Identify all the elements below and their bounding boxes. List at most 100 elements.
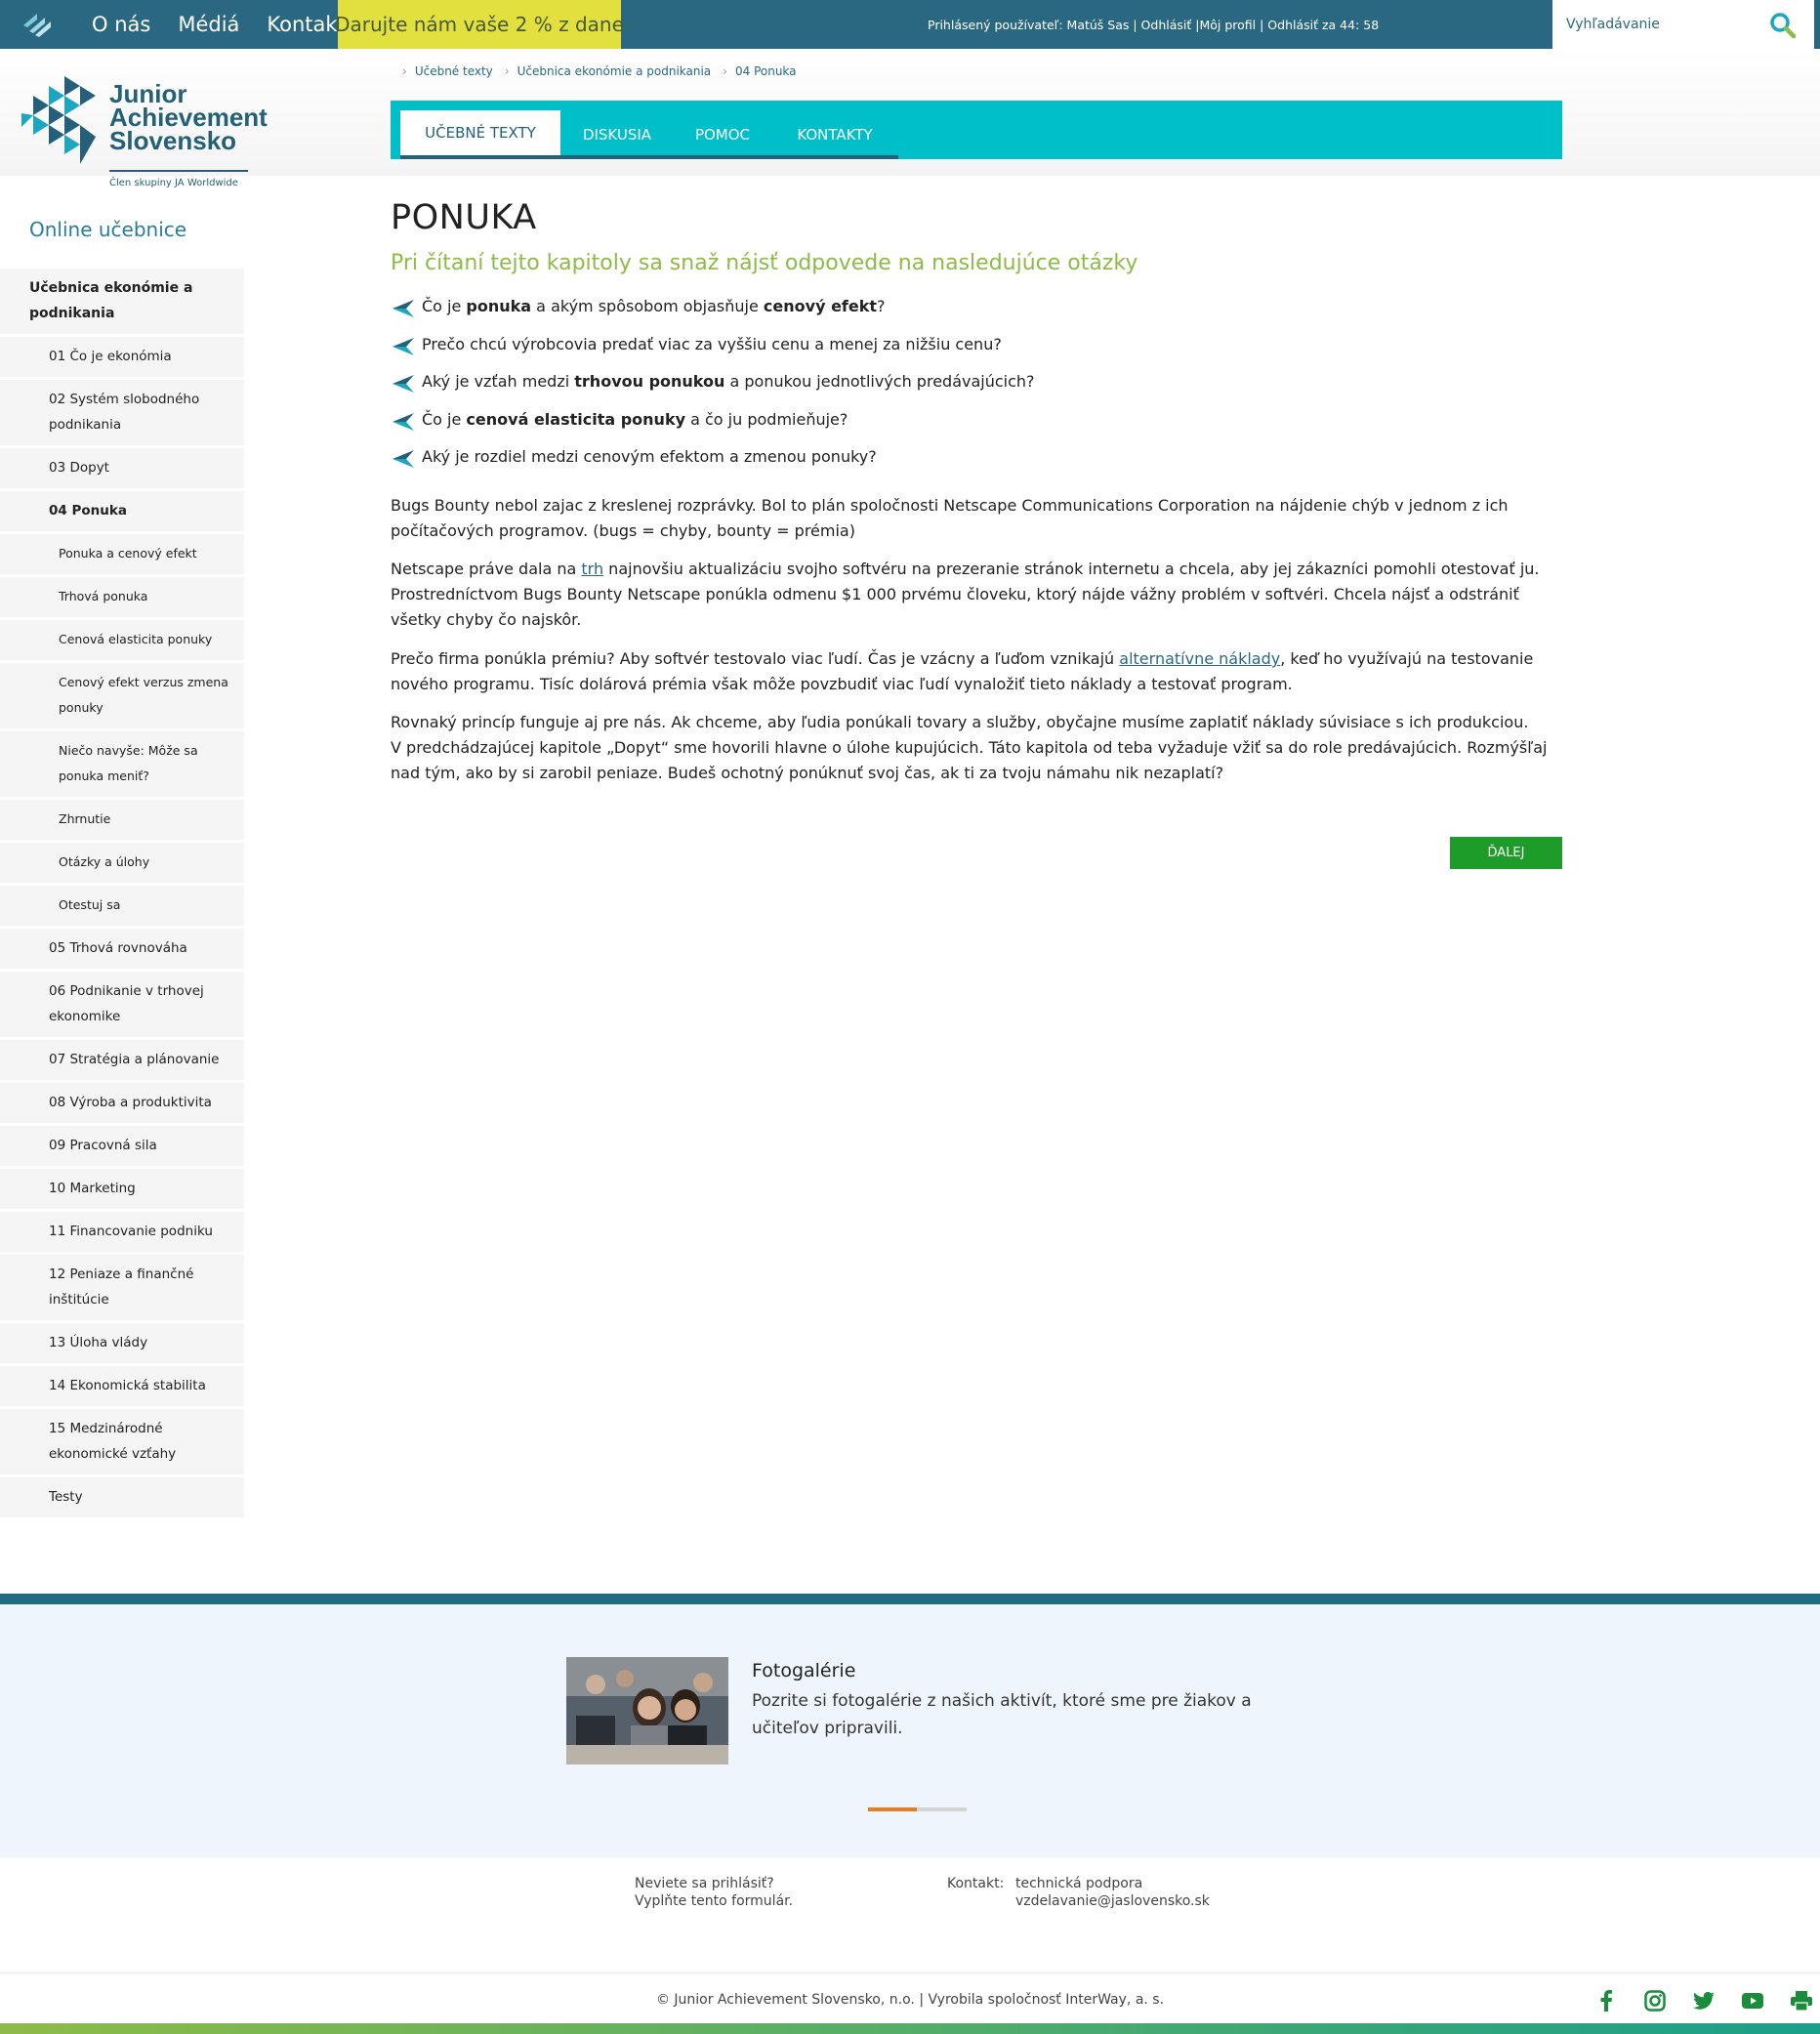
twitter-icon[interactable]	[1689, 1989, 1718, 2013]
sidebar-title[interactable]: Online učebnice	[0, 205, 244, 269]
sidebar-item[interactable]: 14 Ekonomická stabilita	[0, 1366, 244, 1409]
tab-texts[interactable]: UČEBNÉ TEXTY	[400, 110, 560, 159]
sidebar-item[interactable]: 05 Trhová rovnováha	[0, 929, 244, 972]
user-session-info[interactable]: Prihlásený používateľ: Matúš Sas | Odhlá…	[928, 0, 1379, 49]
photo-gallery-image[interactable]	[566, 1657, 728, 1764]
question-text: Čo je	[422, 297, 467, 315]
question-text: Čo je	[422, 409, 467, 429]
content-tabs: UČEBNÉ TEXTY DISKUSIA POMOC KONTAKTY	[391, 101, 1562, 159]
sidebar-subitem[interactable]: Cenová elasticita ponuky	[0, 620, 244, 663]
brand-logo[interactable]: Junior Achievement Slovensko Člen skupin…	[0, 51, 381, 197]
paragraph-intro: Bugs Bounty nebol zajac z kreslenej rozp…	[391, 496, 1509, 540]
tab-help[interactable]: POMOC	[674, 110, 771, 159]
chevron-right-icon: ›	[723, 64, 727, 78]
question-item: Aký je vzťah medzi trhovou ponukou a pon…	[391, 372, 1562, 410]
brand-divider	[109, 170, 248, 172]
sidebar-item[interactable]: 03 Dopyt	[0, 448, 244, 491]
login-help[interactable]: Neviete sa prihlásiť? Vyplňte tento form…	[635, 1875, 793, 1910]
arrow-bullet-icon	[393, 337, 414, 355]
sidebar: Online učebnice Učebnica ekonómie a podn…	[0, 205, 244, 1520]
gallery-photo-icon	[566, 1657, 728, 1764]
breadcrumb-item-textbook[interactable]: Učebnica ekonómie a podnikania	[517, 64, 712, 78]
social-links	[1592, 1989, 1820, 2013]
chevron-right-icon: ›	[402, 64, 407, 78]
paragraph-netscape: Netscape práve dala na trh najnovšiu akt…	[391, 557, 1562, 633]
slider-indicator-active	[868, 1807, 917, 1811]
page-title: PONUKA	[391, 198, 537, 237]
sidebar-subitem[interactable]: Otázky a úlohy	[0, 843, 244, 886]
question-keyword: ponuka	[466, 297, 532, 315]
question-item: Aký je rozdiel medzi cenovým efektom a z…	[391, 447, 1562, 485]
question-text: Aký je vzťah medzi	[422, 372, 575, 391]
question-keyword: trhovou ponukou	[574, 372, 725, 391]
paragraph-line: V predchádzajúcej kapitole „Dopyt“ sme h…	[391, 738, 1548, 782]
nav-link-media[interactable]: Médiá	[178, 13, 239, 36]
bottom-gradient-bar	[0, 2023, 1820, 2034]
search-icon[interactable]	[1769, 12, 1797, 39]
sidebar-item[interactable]: 13 Úloha vlády	[0, 1323, 244, 1366]
question-text: Aký je rozdiel medzi cenovým efektom a z…	[422, 447, 877, 466]
sidebar-item[interactable]: 10 Marketing	[0, 1169, 244, 1212]
sidebar-item[interactable]: 11 Financovanie podniku	[0, 1212, 244, 1255]
sidebar-item[interactable]: 09 Pracovná sila	[0, 1126, 244, 1169]
brand-name-line-3: Slovensko	[109, 126, 237, 155]
tab-discussion[interactable]: DISKUSIA	[560, 110, 674, 159]
sidebar-item[interactable]: 12 Peniaze a finančné inštitúcie	[0, 1255, 244, 1323]
copyright: © Junior Achievement Slovensko, n.o. | V…	[655, 1992, 1165, 2008]
breadcrumb-item-texts[interactable]: Učebné texty	[415, 64, 493, 78]
contact-line: technická podpora	[1015, 1876, 1143, 1891]
question-text: a čo ju podmieňuje?	[685, 409, 848, 429]
contact-label: Kontakt:	[947, 1876, 1005, 1891]
question-text: a ponukou jednotlivých predávajúcich?	[724, 372, 1035, 391]
question-item: Čo je cenová elasticita ponuky a čo ju p…	[391, 410, 1562, 448]
next-button[interactable]: ĎALEJ	[1450, 837, 1562, 869]
search-input[interactable]	[1566, 17, 1761, 32]
sidebar-item[interactable]: 06 Podnikanie v trhovej ekonomike	[0, 972, 244, 1040]
paragraph-text: Netscape práve dala na	[391, 560, 582, 578]
sidebar-subitem[interactable]: Cenový efekt verzus zmena ponuky	[0, 663, 244, 731]
paragraph-text: Prečo firma ponúkla prémiu? Aby softvér …	[391, 649, 1120, 668]
arrow-bullet-icon	[393, 412, 414, 431]
question-item: Prečo chcú výrobcovia predať viac za vyš…	[391, 335, 1562, 373]
donate-button[interactable]: Darujte nám vaše 2 % z dane	[335, 0, 624, 49]
question-keyword: cenová elasticita ponuky	[466, 409, 686, 429]
sidebar-item[interactable]: Učebnica ekonómie a podnikania	[0, 269, 244, 337]
link-opportunity-cost[interactable]: alternatívne náklady	[1119, 649, 1280, 668]
print-icon[interactable]	[1787, 1989, 1816, 2013]
sidebar-subitem[interactable]: Zhrnutie	[0, 800, 244, 843]
link-market[interactable]: trh	[581, 560, 603, 578]
search-box	[1552, 0, 1814, 49]
sidebar-subitem[interactable]: Trhová ponuka	[0, 577, 244, 620]
promo-text: Pozrite si fotogalérie z našich aktivít,…	[752, 1691, 1252, 1738]
slider-indicator[interactable]	[868, 1807, 967, 1811]
tab-contacts[interactable]: KONTAKTY	[771, 110, 898, 159]
tabs-underline	[560, 155, 898, 159]
sidebar-item[interactable]: 02 Systém slobodného podnikania	[0, 380, 244, 448]
breadcrumb-item-current[interactable]: 04 Ponuka	[735, 64, 797, 78]
sidebar-item[interactable]: 15 Medzinárodné ekonomické vzťahy	[0, 1409, 244, 1477]
contact-email[interactable]: vzdelavanie@jaslovensko.sk	[1015, 1892, 1210, 1910]
facebook-icon[interactable]	[1592, 1989, 1621, 2013]
sidebar-item[interactable]: 01 Čo je ekonómia	[0, 337, 244, 380]
sidebar-item[interactable]: 07 Stratégia a plánovanie	[0, 1040, 244, 1083]
youtube-icon[interactable]	[1738, 1989, 1767, 2013]
question-keyword: cenový efekt	[763, 297, 878, 315]
question-text: a akým spôsobom objasňuje	[531, 297, 764, 315]
sidebar-item[interactable]: Testy	[0, 1477, 244, 1520]
sidebar-item[interactable]: 04 Ponuka	[0, 491, 244, 534]
sidebar-subitem[interactable]: Otestuj sa	[0, 886, 244, 929]
top-bar: O nás Médiá Kontakt Darujte nám vaše 2 %…	[0, 0, 1820, 49]
question-text: ?	[877, 297, 886, 315]
arrow-bullet-icon	[393, 450, 414, 468]
sidebar-subitem[interactable]: Niečo navyše: Môže sa ponuka meniť?	[0, 731, 244, 800]
promo-title[interactable]: Fotogalérie	[752, 1660, 855, 1681]
brand-subtitle: Člen skupiny JA Worldwide	[109, 178, 238, 188]
instagram-icon[interactable]	[1640, 1989, 1670, 2013]
nav-link-contact[interactable]: Kontakt	[267, 13, 345, 36]
sidebar-subitem[interactable]: Ponuka a cenový efekt	[0, 534, 244, 577]
nav-link-about[interactable]: O nás	[92, 13, 150, 36]
sidebar-item[interactable]: 08 Výroba a produktivita	[0, 1083, 244, 1126]
ja-logo-mark-icon[interactable]	[20, 6, 55, 41]
breadcrumb: › Učebné texty › Učebnica ekonómie a pod…	[402, 64, 808, 78]
sidebar-list: Učebnica ekonómie a podnikania 01 Čo je e…	[0, 269, 244, 1520]
